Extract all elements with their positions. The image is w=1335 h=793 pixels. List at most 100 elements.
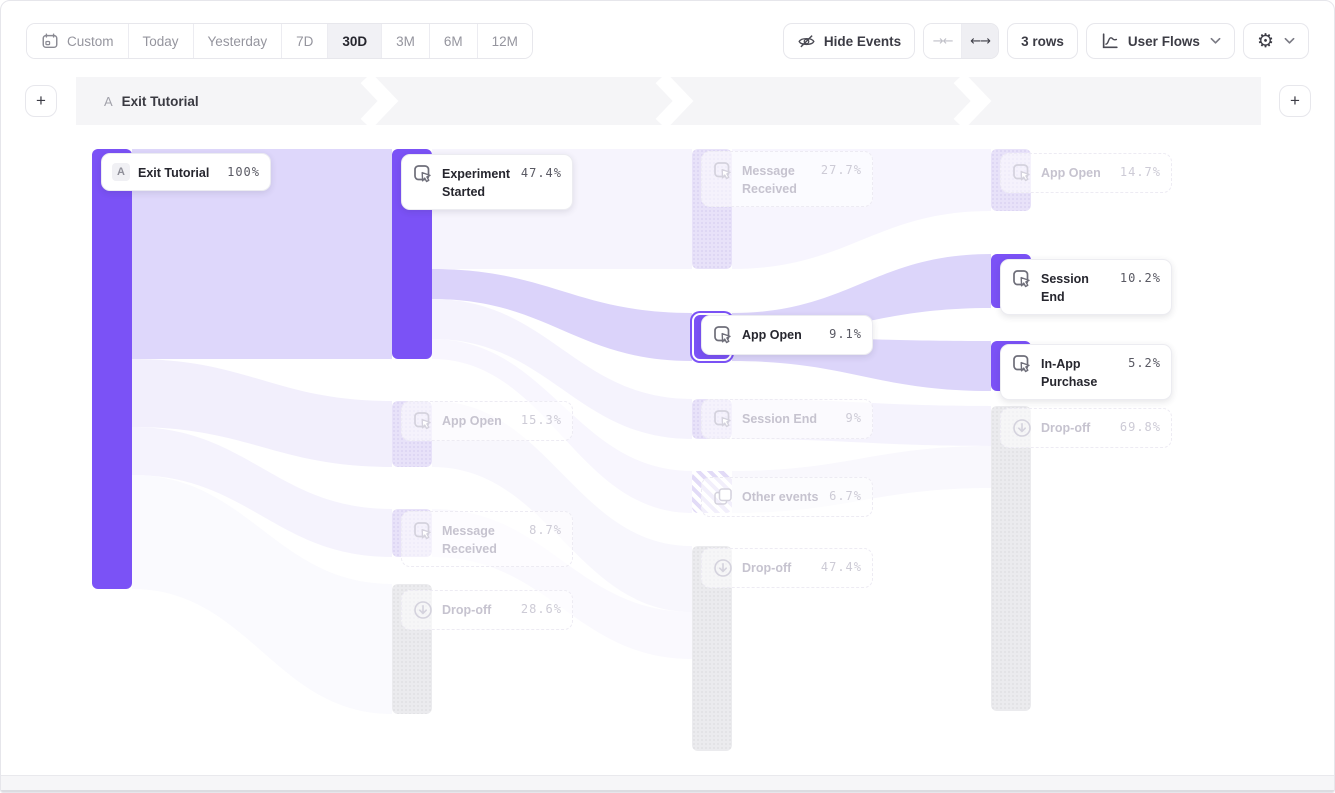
event-icon bbox=[1011, 353, 1033, 375]
node-label: Other events bbox=[742, 486, 821, 506]
view-selector-label: User Flows bbox=[1128, 34, 1200, 49]
node-percentage: 9% bbox=[846, 408, 862, 425]
date-range-label: 12M bbox=[492, 34, 518, 49]
node-percentage: 100% bbox=[227, 162, 260, 179]
node-percentage: 69.8% bbox=[1120, 417, 1161, 434]
arrows-collapse-icon: →← bbox=[933, 34, 953, 49]
plus-icon: + bbox=[1290, 91, 1300, 111]
date-range-toolbar: Custom Today Yesterday 7D 30D 3M 6M 12M bbox=[26, 23, 533, 59]
add-step-right-button[interactable]: + bbox=[1279, 85, 1311, 117]
event-icon bbox=[712, 160, 734, 182]
node-label: Experiment Started bbox=[442, 163, 513, 201]
rows-button[interactable]: 3 rows bbox=[1007, 23, 1078, 59]
date-range-label: Custom bbox=[67, 34, 114, 49]
date-range-label: 3M bbox=[396, 34, 415, 49]
node-label: Drop-off bbox=[442, 599, 513, 619]
chevron-down-icon bbox=[1210, 37, 1221, 45]
event-icon bbox=[412, 520, 434, 542]
date-range-30d[interactable]: 30D bbox=[327, 24, 381, 58]
other-events-icon bbox=[712, 486, 734, 508]
node-card-drop-off[interactable]: Drop-off 28.6% bbox=[401, 590, 573, 630]
node-label: In-App Purchase bbox=[1041, 353, 1120, 391]
node-card-exit-tutorial[interactable]: A Exit Tutorial 100% bbox=[101, 153, 271, 191]
drop-off-icon bbox=[1011, 417, 1033, 439]
date-range-group: Custom Today Yesterday 7D 30D 3M 6M 12M bbox=[26, 23, 533, 59]
event-icon bbox=[412, 410, 434, 432]
eye-off-icon bbox=[797, 32, 816, 51]
date-range-label: 6M bbox=[444, 34, 463, 49]
node-card-app-open[interactable]: App Open 14.7% bbox=[1000, 153, 1172, 193]
toolbar: Custom Today Yesterday 7D 30D 3M 6M 12M Hide Ev… bbox=[26, 23, 1309, 59]
node-percentage: 5.2% bbox=[1128, 353, 1161, 370]
event-letter-badge: A bbox=[112, 163, 130, 181]
event-icon bbox=[412, 163, 434, 185]
node-label: Session End bbox=[1041, 268, 1112, 306]
date-range-yesterday[interactable]: Yesterday bbox=[193, 24, 282, 58]
date-range-3m[interactable]: 3M bbox=[381, 24, 429, 58]
date-range-7d[interactable]: 7D bbox=[281, 24, 327, 58]
node-percentage: 15.3% bbox=[521, 410, 562, 427]
node-percentage: 47.4% bbox=[821, 557, 862, 574]
plus-icon: + bbox=[36, 91, 46, 111]
node-percentage: 9.1% bbox=[829, 324, 862, 341]
settings-button[interactable]: ⚙ bbox=[1243, 23, 1309, 59]
node-label: App Open bbox=[1041, 162, 1112, 182]
date-range-label: 7D bbox=[296, 34, 313, 49]
step-header-band: A Exit Tutorial bbox=[76, 77, 1261, 125]
date-range-6m[interactable]: 6M bbox=[429, 24, 477, 58]
event-icon bbox=[712, 408, 734, 430]
node-card-other-events[interactable]: Other events 6.7% bbox=[701, 477, 873, 517]
expand-width-button[interactable]: ←→ bbox=[961, 24, 998, 58]
start-event-badge: A bbox=[104, 94, 113, 109]
node-percentage: 47.4% bbox=[521, 163, 562, 180]
date-range-today[interactable]: Today bbox=[128, 24, 193, 58]
start-event-breadcrumb[interactable]: A Exit Tutorial bbox=[76, 94, 199, 109]
start-event-label: Exit Tutorial bbox=[122, 94, 199, 109]
node-percentage: 28.6% bbox=[521, 599, 562, 616]
flow-chart-icon bbox=[1100, 31, 1120, 51]
drop-off-icon bbox=[412, 599, 434, 621]
hide-events-button[interactable]: Hide Events bbox=[783, 23, 915, 59]
toolbar-right: Hide Events →← ←→ 3 rows bbox=[783, 23, 1309, 59]
node-percentage: 27.7% bbox=[821, 160, 862, 177]
calendar-icon bbox=[41, 32, 59, 50]
date-range-label: 30D bbox=[342, 34, 367, 49]
collapse-width-button[interactable]: →← bbox=[924, 24, 961, 58]
node-card-message-received[interactable]: Message Received 27.7% bbox=[701, 151, 873, 207]
drop-off-icon bbox=[712, 557, 734, 579]
event-icon bbox=[1011, 162, 1033, 184]
node-card-app-open[interactable]: App Open9.1% bbox=[701, 315, 873, 355]
node-card-session-end[interactable]: Session End 9% bbox=[701, 399, 873, 439]
node-card-experiment-started[interactable]: Experiment Started 47.4% bbox=[401, 154, 573, 210]
date-range-label: Yesterday bbox=[208, 34, 268, 49]
node-percentage: 10.2% bbox=[1120, 268, 1161, 285]
node-label: Exit Tutorial bbox=[138, 162, 219, 182]
node-label: Drop-off bbox=[1041, 417, 1112, 437]
horizontal-scrollbar-track[interactable] bbox=[1, 775, 1334, 792]
event-icon bbox=[712, 324, 734, 346]
user-flows-app: Custom Today Yesterday 7D 30D 3M 6M 12M Hide Ev… bbox=[0, 0, 1335, 793]
node-percentage: 14.7% bbox=[1120, 162, 1161, 179]
date-range-label: Today bbox=[143, 34, 179, 49]
node-card-drop-off[interactable]: Drop-off47.4% bbox=[701, 548, 873, 588]
add-step-left-button[interactable]: + bbox=[25, 85, 57, 117]
node-bar-exit-tutorial[interactable] bbox=[92, 149, 132, 589]
node-card-app-open[interactable]: App Open15.3% bbox=[401, 401, 573, 441]
node-label: Session End bbox=[742, 408, 838, 428]
date-range-12m[interactable]: 12M bbox=[477, 24, 532, 58]
arrows-expand-icon: ←→ bbox=[970, 34, 990, 49]
node-label: Message Received bbox=[742, 160, 813, 198]
node-card-session-end[interactable]: Session End 10.2% bbox=[1000, 259, 1172, 315]
view-selector-button[interactable]: User Flows bbox=[1086, 23, 1235, 59]
node-card-in-app-purchase[interactable]: In-App Purchase 5.2% bbox=[1000, 344, 1172, 400]
node-card-drop-off[interactable]: Drop-off 69.8% bbox=[1000, 408, 1172, 448]
date-range-custom[interactable]: Custom bbox=[27, 24, 128, 58]
gear-icon: ⚙ bbox=[1257, 32, 1274, 51]
node-bar-drop-off[interactable] bbox=[991, 406, 1031, 711]
step-chevron-separators bbox=[76, 77, 1261, 125]
chevron-down-icon bbox=[1284, 37, 1295, 45]
node-percentage: 6.7% bbox=[829, 486, 862, 503]
node-card-message-received[interactable]: Message Received8.7% bbox=[401, 511, 573, 567]
node-label: Message Received bbox=[442, 520, 521, 558]
width-toggle-group: →← ←→ bbox=[923, 23, 999, 59]
